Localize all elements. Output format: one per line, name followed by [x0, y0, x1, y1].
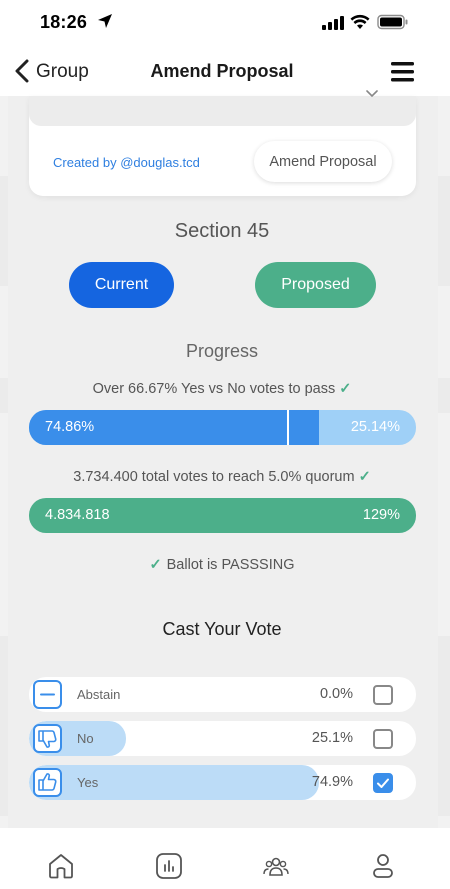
home-icon[interactable] [47, 852, 75, 880]
profile-icon[interactable] [369, 852, 397, 880]
group-icon[interactable] [262, 852, 290, 880]
yes-percent: 74.86% [45, 419, 95, 435]
battery-icon [377, 14, 408, 30]
cast-vote-title: Cast Your Vote [162, 619, 282, 639]
progress-title: Progress [185, 341, 259, 361]
total-votes: 4.834.818 [45, 507, 110, 523]
proposal-panel [8, 96, 438, 828]
check-icon: ✓ [339, 381, 352, 397]
no-percent: 25.14% [350, 419, 400, 435]
status-time: 18:26 [40, 12, 88, 32]
vote-option-label: Yes [77, 775, 99, 790]
pass-rule-text: Over 66.67% Yes vs No votes to pass [92, 381, 336, 397]
chevron-down-icon[interactable] [366, 90, 378, 98]
check-icon: ✓ [358, 469, 371, 485]
vote-option-no[interactable]: No 25.1% [29, 721, 416, 756]
vote-checkbox[interactable] [373, 773, 393, 793]
current-button[interactable]: Current [69, 262, 174, 308]
vote-option-label: Abstain [77, 687, 121, 702]
quorum-rule-text: 3.734.400 total votes to reach 5.0% quor… [73, 469, 355, 485]
vote-option-percent: 74.9% [311, 774, 353, 790]
location-arrow-icon [98, 14, 112, 28]
proposal-card-header [29, 96, 416, 126]
vote-option-yes[interactable]: Yes 74.9% [29, 765, 416, 800]
created-by-link[interactable]: Created by @douglas.tcd [53, 155, 200, 170]
tab-bar [0, 828, 450, 889]
thumbs-up-icon [33, 768, 62, 797]
wifi-icon [350, 14, 370, 29]
pass-progress-bar: 74.86% 25.14% [29, 410, 416, 445]
vote-option-label: No [77, 731, 94, 746]
pass-threshold-marker [287, 410, 289, 445]
vote-option-abstain[interactable]: Abstain 0.0% [29, 677, 416, 712]
thumbs-down-icon [33, 724, 62, 753]
section-title: Section 45 [174, 220, 270, 242]
page-title: Amend Proposal [150, 61, 294, 81]
ballot-status-text: Ballot is PASSSING [166, 557, 295, 573]
vote-option-percent: 0.0% [319, 686, 353, 702]
chart-icon[interactable] [155, 852, 183, 880]
status-bar: 18:26 [0, 0, 450, 46]
amend-proposal-button[interactable]: Amend Proposal [254, 141, 392, 182]
minus-icon [33, 680, 62, 709]
ballot-status: ✓ Ballot is PASSSING [0, 557, 444, 573]
proposed-button[interactable]: Proposed [255, 262, 376, 308]
vote-option-percent: 25.1% [311, 730, 353, 746]
check-icon: ✓ [149, 557, 162, 573]
vote-checkbox[interactable] [373, 729, 393, 749]
quorum-rule: 3.734.400 total votes to reach 5.0% quor… [0, 469, 444, 485]
vote-checkbox[interactable] [373, 685, 393, 705]
cellular-signal-icon [322, 16, 344, 30]
quorum-percent: 129% [362, 507, 400, 523]
quorum-progress-bar: 4.834.818 129% [29, 498, 416, 533]
nav-bar: Group Amend Proposal [0, 46, 450, 96]
pass-rule: Over 66.67% Yes vs No votes to pass ✓ [0, 381, 444, 397]
hamburger-menu-icon[interactable] [391, 62, 414, 82]
